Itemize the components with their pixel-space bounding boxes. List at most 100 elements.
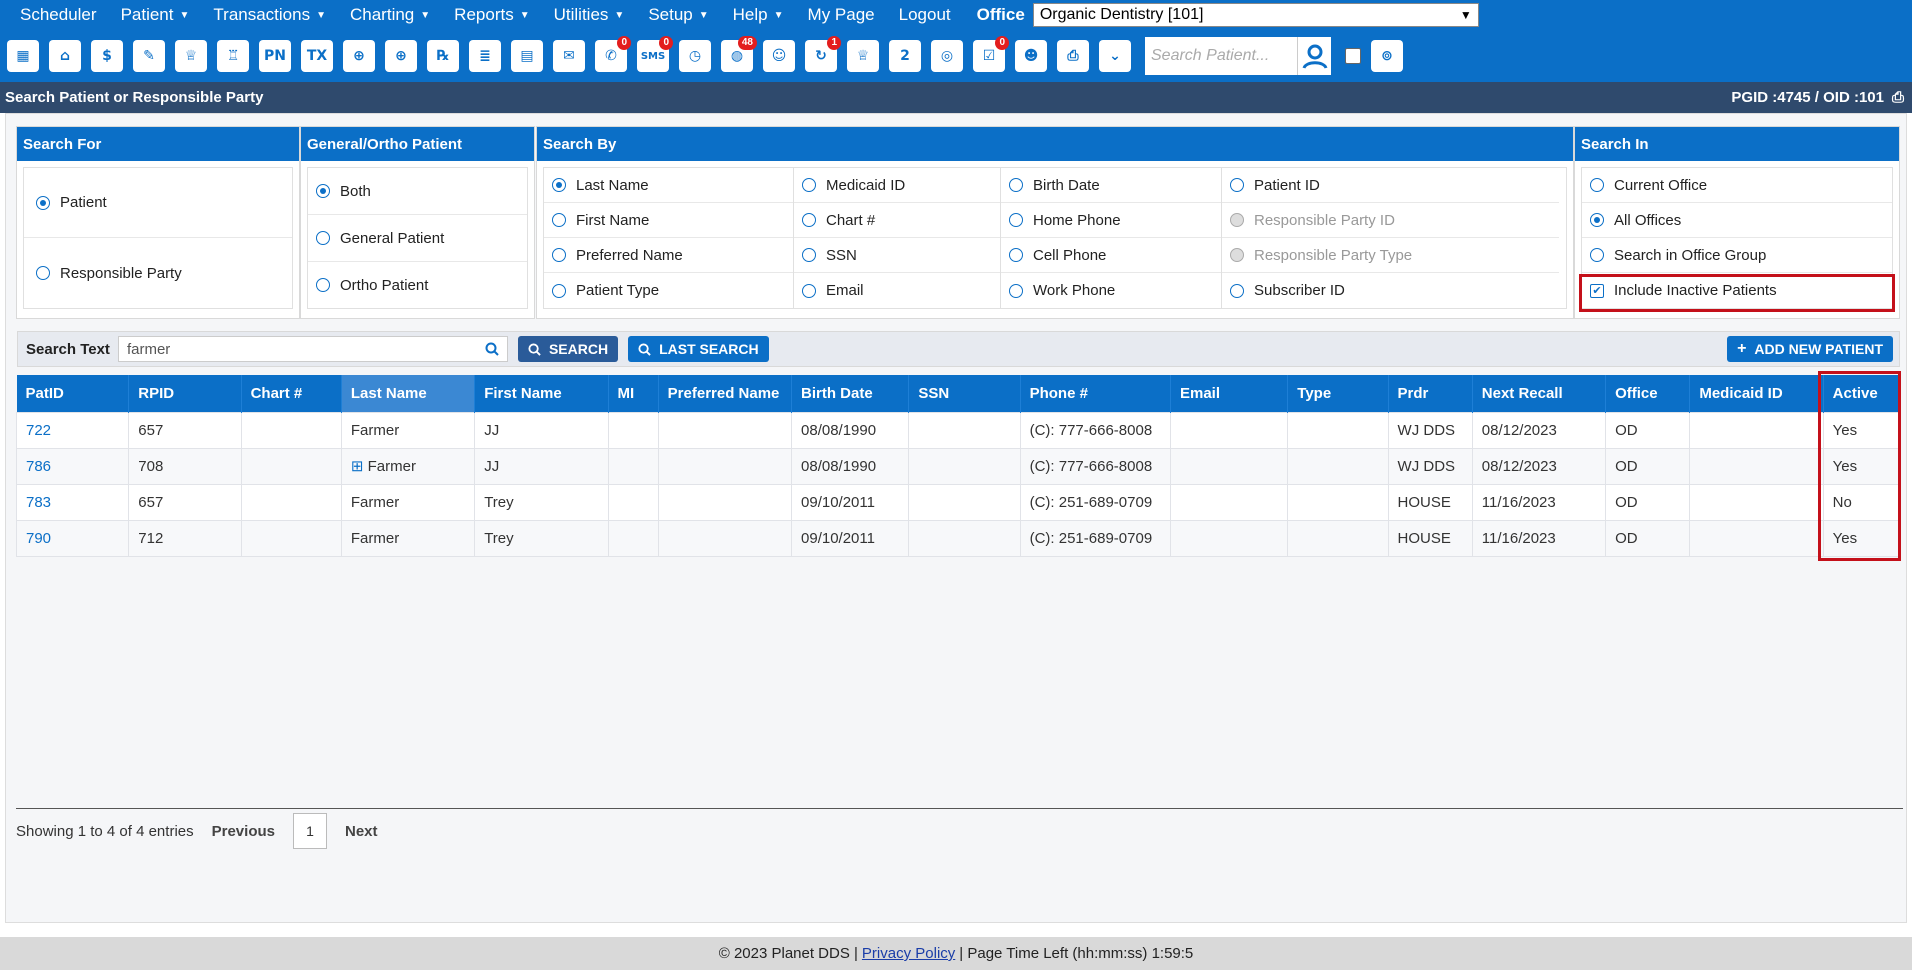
menu-item-utilities[interactable]: Utilities ▼ [542, 5, 637, 25]
tooth-button[interactable]: ♕ [171, 34, 211, 78]
column-header-email[interactable]: Email [1170, 375, 1289, 412]
search-by-subscriber-id[interactable]: Subscriber ID [1222, 273, 1559, 308]
patient-search-input[interactable]: Search Patient... [1145, 37, 1297, 75]
column-header-patid[interactable]: PatID [16, 375, 130, 412]
column-header-rpid[interactable]: RPID [128, 375, 242, 412]
radio-button[interactable] [802, 283, 816, 298]
edit-button[interactable]: ✎ [129, 34, 169, 78]
forms-button[interactable]: ☑ 0 [969, 34, 1009, 78]
menu-item-charting[interactable]: Charting ▼ [338, 5, 442, 25]
search-by-ssn[interactable]: SSN [794, 238, 1000, 273]
page-1-button[interactable]: 1 [293, 813, 327, 849]
menu-item-patient[interactable]: Patient ▼ [109, 5, 202, 25]
tooth-2-button[interactable]: 2 [885, 34, 925, 78]
print-button[interactable]: ⎙ [1053, 34, 1093, 78]
radio-general-patient[interactable] [316, 231, 330, 245]
cell-patid[interactable]: 783 [15, 483, 130, 521]
menu-item-transactions[interactable]: Transactions ▼ [201, 5, 338, 25]
search-icon[interactable] [485, 342, 499, 356]
add-patient-button[interactable]: ⊕ [339, 34, 379, 78]
search-text-input[interactable]: farmer [117, 336, 508, 362]
search-by-medicaid-id[interactable]: Medicaid ID [794, 168, 1000, 203]
menu-item-setup[interactable]: Setup ▼ [636, 5, 720, 25]
column-header-next-recall[interactable]: Next Recall [1472, 375, 1607, 412]
search-by-chart-[interactable]: Chart # [794, 203, 1000, 238]
menu-item-logout[interactable]: Logout [887, 5, 963, 25]
radio-office-group[interactable] [1590, 248, 1604, 262]
office-select[interactable]: Organic Dentistry [101] ▼ [1032, 3, 1479, 27]
prescription-button[interactable]: ℞ [423, 34, 463, 78]
search-by-home-phone[interactable]: Home Phone [1001, 203, 1221, 238]
column-header-last-name[interactable]: Last Name [341, 375, 476, 412]
column-header-medicaid-id[interactable]: Medicaid ID [1689, 375, 1824, 412]
search-by-cell-phone[interactable]: Cell Phone [1001, 238, 1221, 273]
column-header-office[interactable]: Office [1605, 375, 1691, 412]
search-by-patient-id[interactable]: Patient ID [1222, 168, 1559, 203]
column-header-mi[interactable]: MI [608, 375, 659, 412]
cell-patid[interactable]: 786 [15, 447, 130, 485]
previous-page-button[interactable]: Previous [194, 823, 293, 840]
cell-patid[interactable]: 790 [15, 519, 130, 557]
column-header-chart[interactable]: Chart # [241, 375, 342, 412]
table-row[interactable]: 790 712 Farmer Trey 09/10/2011 (C): 251-689-0… [15, 519, 1900, 557]
search-in-current-office[interactable]: Current Office [1582, 168, 1892, 203]
radio-button[interactable] [1009, 178, 1023, 192]
add-new-patient-button[interactable]: + ADD NEW PATIENT [1727, 336, 1893, 362]
last-search-button[interactable]: LAST SEARCH [628, 336, 769, 362]
document-button[interactable]: ▤ [507, 34, 547, 78]
search-for-patient[interactable]: Patient [24, 168, 292, 238]
radio-responsible-party[interactable] [36, 266, 50, 280]
radio-button[interactable] [802, 178, 816, 192]
radio-button[interactable] [552, 178, 566, 192]
toolbar-checkbox[interactable] [1345, 48, 1361, 64]
radio-button[interactable] [552, 213, 566, 227]
add-family-button[interactable]: ⊕ [381, 34, 421, 78]
recall-button[interactable]: ↻ 1 [801, 34, 841, 78]
chat-button[interactable]: ✆ 0 [591, 34, 631, 78]
column-header-type[interactable]: Type [1287, 375, 1389, 412]
ortho-tooth-button[interactable]: ♖ [213, 34, 253, 78]
radio-button[interactable] [1009, 213, 1023, 227]
search-by-preferred-name[interactable]: Preferred Name [544, 238, 793, 273]
notes-button[interactable]: ≣ [465, 34, 505, 78]
calendar-button[interactable]: ▦ [3, 34, 43, 78]
home-button[interactable]: ⌂ [45, 34, 85, 78]
radio-button[interactable] [1230, 283, 1244, 298]
radio-button[interactable] [1009, 248, 1023, 262]
column-header-preferred-name[interactable]: Preferred Name [658, 375, 793, 412]
radio-button[interactable] [802, 248, 816, 262]
column-header-birth-date[interactable]: Birth Date [791, 375, 910, 412]
search-by-first-name[interactable]: First Name [544, 203, 793, 238]
radio-button[interactable] [802, 213, 816, 227]
search-by-email[interactable]: Email [794, 273, 1000, 308]
radio-all-offices[interactable] [1590, 213, 1604, 227]
cell-patid[interactable]: 722 [15, 411, 130, 449]
search-in-office-group[interactable]: Search in Office Group [1582, 238, 1892, 273]
search-by-work-phone[interactable]: Work Phone [1001, 273, 1221, 308]
next-page-button[interactable]: Next [327, 823, 396, 840]
web-button[interactable]: ◎ [927, 34, 967, 78]
table-row[interactable]: 783 657 Farmer Trey 09/10/2011 (C): 251-689-0… [15, 483, 1900, 521]
search-by-birth-date[interactable]: Birth Date [1001, 168, 1221, 203]
search-in-all-offices[interactable]: All Offices [1582, 203, 1892, 238]
menu-item-scheduler[interactable]: Scheduler [8, 5, 109, 25]
sms-button[interactable]: SMS 0 [633, 34, 673, 78]
menu-item-reports[interactable]: Reports ▼ [442, 5, 541, 25]
ortho-general-patient[interactable]: General Patient [308, 215, 527, 262]
menu-item-help[interactable]: Help ▼ [721, 5, 796, 25]
radio-both[interactable] [316, 184, 330, 198]
radio-patient[interactable] [36, 195, 50, 210]
support-button[interactable]: ☺ [759, 34, 799, 78]
dollar-button[interactable]: $ [87, 34, 127, 78]
family-link-icon[interactable]: ⊞ [351, 458, 368, 475]
radio-button[interactable] [552, 283, 566, 298]
column-header-first-name[interactable]: First Name [474, 375, 609, 412]
radio-button[interactable] [1009, 283, 1023, 298]
search-by-last-name[interactable]: Last Name [544, 168, 793, 203]
menu-item-my-page[interactable]: My Page [796, 5, 887, 25]
mail-button[interactable]: ✉ [549, 34, 589, 78]
privacy-policy-link[interactable]: Privacy Policy [862, 945, 955, 962]
column-header-phone[interactable]: Phone # [1020, 375, 1171, 412]
radio-current-office[interactable] [1590, 178, 1604, 192]
table-row[interactable]: 722 657 Farmer JJ 08/08/1990 (C): 777-666-800… [15, 411, 1900, 449]
